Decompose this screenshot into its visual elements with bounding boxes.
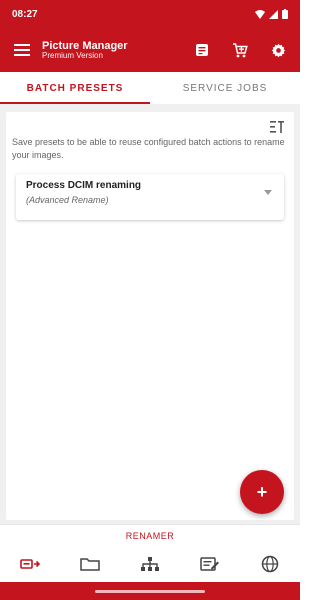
wifi-icon <box>255 9 265 19</box>
preset-name: Process DCIM renaming <box>26 180 142 191</box>
folder-icon <box>80 558 100 571</box>
tab-batch-presets[interactable]: BATCH PRESETS <box>0 72 150 104</box>
globe-icon <box>261 555 279 573</box>
hierarchy-icon <box>141 557 159 571</box>
menu-button[interactable] <box>8 36 36 64</box>
app-actions <box>188 36 292 64</box>
status-time: 08:27 <box>12 8 38 20</box>
note-icon <box>196 44 208 56</box>
signal-icon <box>269 9 278 19</box>
plus-icon: + <box>256 481 268 502</box>
bottom-navigation: RENAMER <box>0 524 300 582</box>
renamer-icon <box>20 559 40 569</box>
nav-item-edit-list[interactable] <box>180 549 240 579</box>
nav-item-renamer[interactable] <box>0 549 60 579</box>
presets-panel: Save presets to be able to reuse configu… <box>6 112 294 520</box>
cart-icon <box>233 42 248 57</box>
status-bar: 08:27 <box>0 0 300 28</box>
battery-icon <box>282 9 288 19</box>
nav-item-web[interactable] <box>240 549 300 579</box>
cart-button[interactable] <box>226 36 254 64</box>
nav-active-label: RENAMER <box>125 531 175 541</box>
gesture-bar <box>0 582 300 600</box>
nav-item-hierarchy[interactable] <box>120 549 180 579</box>
gear-icon <box>271 43 285 57</box>
hamburger-icon <box>14 44 30 56</box>
tab-service-jobs[interactable]: SERVICE JOBS <box>150 72 300 104</box>
info-text: Save presets to be able to reuse configu… <box>12 137 285 160</box>
tab-bar: BATCH PRESETS SERVICE JOBS <box>0 72 300 104</box>
app-title: Picture Manager <box>42 39 128 52</box>
nav-item-folders[interactable] <box>60 549 120 579</box>
notes-button[interactable] <box>188 36 216 64</box>
preset-card[interactable]: Process DCIM renaming (Advanced Rename) <box>16 174 284 220</box>
status-icons <box>255 9 288 19</box>
expand-button[interactable] <box>264 182 272 200</box>
add-preset-button[interactable]: + <box>240 470 284 514</box>
app-bar: Picture Manager Premium Version <box>0 28 300 72</box>
app-subtitle: Premium Version <box>42 50 103 60</box>
gesture-handle[interactable] <box>95 589 205 593</box>
chevron-down-icon <box>264 190 272 195</box>
presets-content: Save presets to be able to reuse configu… <box>0 104 300 524</box>
app-title-block: Picture Manager Premium Version <box>42 40 188 61</box>
preset-type: (Advanced Rename) <box>26 195 109 205</box>
nav-items <box>0 549 300 579</box>
edit-list-icon <box>200 557 219 571</box>
settings-button[interactable] <box>264 36 292 64</box>
config-list-icon <box>270 121 284 133</box>
